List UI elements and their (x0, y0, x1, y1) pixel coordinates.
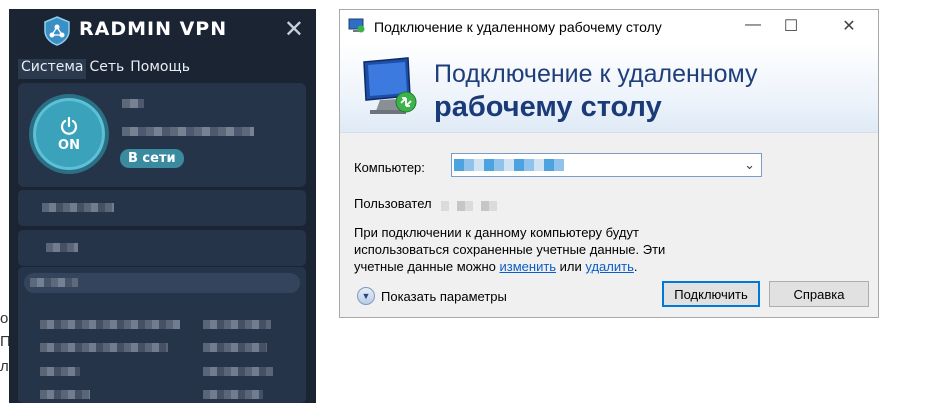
network-group (18, 267, 306, 403)
power-icon (60, 116, 78, 135)
computer-input[interactable]: ⌄ (451, 153, 762, 177)
radmin-close-icon[interactable]: ✕ (284, 15, 304, 43)
close-icon[interactable]: ✕ (834, 16, 864, 36)
radmin-vpn-window: RADMIN VPN ✕ Система Сеть Помощь ON В се… (9, 9, 316, 403)
info-line-1: При подключении к данному компьютеру буд… (354, 225, 639, 240)
saved-credentials-info: При подключении к данному компьютеру буд… (354, 224, 714, 275)
radmin-brand: RADMIN VPN (79, 18, 228, 40)
network-name-blur (46, 243, 78, 252)
computer-label: Компьютер: (354, 160, 425, 175)
group-name-blur (30, 278, 78, 287)
rdp-app-icon (348, 18, 365, 33)
show-options-toggle[interactable]: ▼ Показать параметры (357, 287, 507, 305)
change-credentials-link[interactable]: изменить (500, 259, 557, 274)
peer-row-blur (40, 390, 90, 399)
rdp-dialog: Подключение к удаленному рабочему столу … (339, 9, 879, 318)
user-value-blur (441, 201, 503, 211)
power-button[interactable]: ON (29, 94, 109, 174)
chevron-down-icon[interactable]: ⌄ (744, 157, 755, 173)
header-title-line2: рабочему столу (434, 91, 662, 123)
minimize-icon[interactable]: — (738, 16, 768, 34)
rdp-header-banner: Подключение к удаленному рабочему столу (340, 42, 878, 133)
info-line-3-or: или (556, 259, 586, 274)
radmin-logo-icon (44, 16, 70, 46)
rdp-window-title: Подключение к удаленному рабочему столу (374, 19, 662, 35)
peer-ip-blur (203, 390, 263, 399)
network-name-blur (42, 203, 114, 212)
network-item[interactable] (18, 190, 306, 226)
expand-chevron-icon: ▼ (357, 287, 375, 305)
menu-system[interactable]: Система (18, 59, 87, 79)
radmin-titlebar: RADMIN VPN ✕ (9, 9, 316, 51)
info-line-2: использоваться сохраненные учетные данны… (354, 242, 666, 257)
network-item[interactable] (18, 230, 306, 266)
show-options-label: Показать параметры (381, 288, 507, 304)
menu-network[interactable]: Сеть (86, 59, 127, 79)
peer-row-blur (40, 343, 168, 352)
rdp-titlebar: Подключение к удаленному рабочему столу … (340, 10, 878, 42)
user-label: Пользовател (354, 196, 432, 211)
peer-ip-blur (203, 320, 271, 329)
remote-desktop-monitor-icon (363, 57, 417, 114)
menu-help[interactable]: Помощь (127, 59, 193, 79)
peer-ip-blur (203, 367, 273, 376)
connect-button[interactable]: Подключить (662, 281, 760, 307)
hidden-ip-blur (122, 127, 254, 136)
maximize-icon[interactable]: ☐ (776, 16, 806, 36)
help-button[interactable]: Справка (769, 281, 869, 307)
radmin-menu-bar: Система Сеть Помощь (18, 59, 193, 79)
header-title-line1: Подключение к удаленному (434, 60, 758, 88)
info-line-3-text: учетные данные можно (354, 259, 500, 274)
power-label: ON (58, 137, 80, 153)
delete-credentials-link[interactable]: удалить (585, 259, 633, 274)
peer-ip-blur (203, 343, 267, 352)
network-group-header[interactable] (24, 273, 300, 293)
radmin-status-card: ON В сети (18, 83, 306, 187)
info-line-3: учетные данные можно изменить или удалит… (354, 258, 714, 275)
hidden-name-blur (122, 99, 144, 108)
status-badge: В сети (120, 149, 184, 168)
computer-value-blur (454, 159, 564, 171)
info-line-3-end: . (633, 259, 638, 274)
peer-row-blur (40, 320, 180, 329)
peer-row-blur (40, 367, 80, 376)
